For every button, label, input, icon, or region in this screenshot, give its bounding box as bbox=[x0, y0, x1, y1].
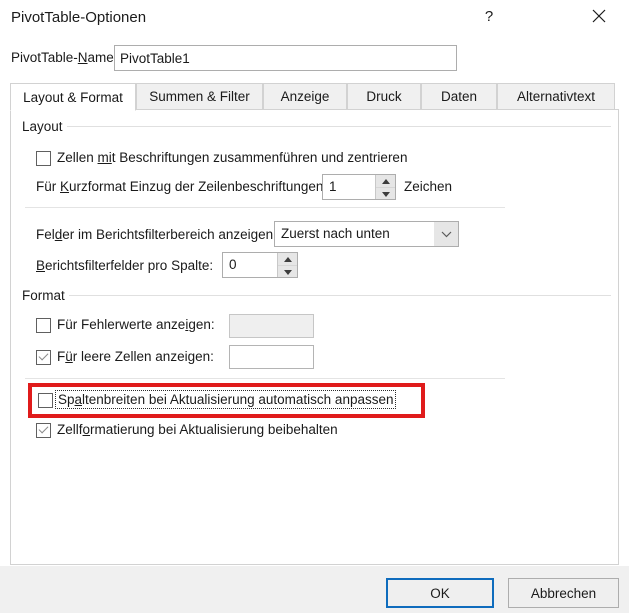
dialog-title: PivotTable-Optionen bbox=[11, 9, 147, 26]
ok-button[interactable]: OK bbox=[386, 578, 494, 608]
tab-summen-und-filter[interactable]: Summen & Filter bbox=[136, 83, 263, 110]
spinner-kurzformat-einzug[interactable]: 1 bbox=[322, 174, 396, 200]
label-post: ltenbreiten bei Aktualisierung automatis… bbox=[82, 392, 394, 407]
pivottable-options-dialog: PivotTable-Optionen ? PivotTable-Name: L… bbox=[0, 0, 629, 613]
label-pre: F bbox=[57, 349, 66, 364]
spinner-berichtsfilterfelder[interactable]: 0 bbox=[222, 252, 298, 278]
pivottable-name-label-pre: PivotTable- bbox=[11, 50, 78, 65]
triangle-up-icon bbox=[381, 178, 390, 184]
label-pre: Für Fehlerwerte anze bbox=[57, 317, 186, 332]
tab-daten[interactable]: Daten bbox=[421, 83, 497, 110]
label-felder-berichtsfilterbereich: Felder im Berichtsfilterbereich anzeigen… bbox=[36, 227, 277, 242]
help-button[interactable]: ? bbox=[466, 0, 512, 32]
tab-layout-und-format[interactable]: Layout & Format bbox=[10, 83, 136, 111]
label-pre: Fel bbox=[36, 227, 55, 242]
layout-group-title: Layout bbox=[20, 119, 67, 134]
label-pre: Sp bbox=[58, 392, 75, 407]
checkbox-label-fuer-fehlerwerte-anzeigen[interactable]: Für Fehlerwerte anzeigen: bbox=[57, 317, 215, 332]
label-post: erichtsfilterfelder pro Spalte: bbox=[45, 258, 214, 273]
tab-label: Alternativtext bbox=[516, 89, 596, 104]
cancel-button[interactable]: Abbrechen bbox=[508, 578, 619, 608]
checkbox-fuer-leere-zellen-anzeigen[interactable] bbox=[36, 350, 51, 365]
label-pre: Zellf bbox=[57, 422, 83, 437]
input-leere-zellen-value[interactable] bbox=[229, 345, 314, 369]
label-accel: a bbox=[74, 392, 83, 407]
spinner-down-button[interactable] bbox=[376, 188, 395, 200]
tab-strip: Layout & Format Summen & Filter Anzeige … bbox=[10, 83, 619, 111]
combobox-value: Zuerst nach unten bbox=[281, 226, 390, 241]
label-post: t Beschriftungen zusammenführen und zent… bbox=[111, 150, 408, 165]
label-pre: Zellen bbox=[57, 150, 98, 165]
checkbox-label-zellformatierung-beibehalten[interactable]: Zellformatierung bei Aktualisierung beib… bbox=[57, 422, 338, 437]
spinner-value-berichtsfilterfelder: 0 bbox=[229, 257, 237, 272]
input-fehlerwerte-value[interactable] bbox=[229, 314, 314, 338]
label-post: rmatierung bei Aktualisierung beibehalte… bbox=[90, 422, 338, 437]
label-accel: o bbox=[82, 422, 91, 437]
pivottable-name-label: PivotTable-Name: bbox=[11, 50, 118, 65]
label-accel: B bbox=[36, 258, 46, 273]
question-mark-icon: ? bbox=[484, 7, 494, 25]
format-separator-1 bbox=[25, 378, 505, 379]
spinner-down-button[interactable] bbox=[278, 266, 297, 278]
spinner-buttons bbox=[375, 175, 395, 199]
checkbox-spaltenbreiten-anpassen[interactable] bbox=[38, 393, 53, 408]
tab-label: Druck bbox=[366, 89, 402, 104]
spinner-up-button[interactable] bbox=[278, 253, 297, 266]
combobox-felder-berichtsfilterbereich[interactable]: Zuerst nach unten bbox=[274, 221, 459, 247]
layout-separator-1 bbox=[25, 207, 505, 208]
tab-label: Layout & Format bbox=[23, 89, 123, 105]
label-kurzformat-einzug: Für Kurzformat Einzug der Zeilenbeschrif… bbox=[36, 179, 327, 194]
checkbox-label-zellen-zusammenfuehren[interactable]: Zellen mit Beschriftungen zusammenführen… bbox=[57, 150, 407, 165]
cancel-button-label: Abbrechen bbox=[530, 585, 597, 601]
label-post: urzformat Einzug der Zeilenbeschriftunge… bbox=[69, 179, 328, 194]
spinner-up-button[interactable] bbox=[376, 175, 395, 188]
tab-label: Summen & Filter bbox=[149, 89, 250, 104]
spinner-value-kurzformat-einzug: 1 bbox=[329, 179, 337, 194]
pivottable-name-input[interactable] bbox=[114, 45, 457, 71]
layout-group-rule bbox=[66, 126, 611, 127]
close-icon bbox=[592, 9, 606, 23]
label-pre: Für bbox=[36, 179, 61, 194]
checkbox-zellformatierung-beibehalten[interactable] bbox=[36, 423, 51, 438]
tab-label: Anzeige bbox=[280, 89, 330, 104]
format-group-rule bbox=[67, 295, 611, 296]
tab-alternativtext[interactable]: Alternativtext bbox=[497, 83, 615, 110]
title-bar: PivotTable-Optionen ? bbox=[0, 0, 629, 36]
chevron-down-icon bbox=[441, 231, 451, 237]
combobox-arrow-button[interactable] bbox=[434, 222, 458, 246]
checkbox-zellen-zusammenfuehren[interactable] bbox=[36, 151, 51, 166]
checkbox-label-fuer-leere-zellen-anzeigen[interactable]: Für leere Zellen anzeigen: bbox=[57, 349, 214, 364]
tab-label: Daten bbox=[440, 89, 478, 104]
triangle-down-icon bbox=[381, 191, 390, 197]
close-button[interactable] bbox=[576, 0, 622, 32]
pivottable-name-label-accel: N bbox=[77, 50, 88, 65]
triangle-down-icon bbox=[283, 269, 292, 275]
label-post: r leere Zellen anzeigen: bbox=[72, 349, 214, 364]
checkbox-label-spaltenbreiten-anpassen[interactable]: Spaltenbreiten bei Aktualisierung automa… bbox=[54, 390, 397, 409]
format-group-title: Format bbox=[20, 288, 69, 303]
label-berichtsfilterfelder-pro-spalte: Berichtsfilterfelder pro Spalte: bbox=[36, 258, 213, 273]
triangle-up-icon bbox=[283, 256, 292, 262]
label-accel: K bbox=[60, 179, 70, 194]
checkbox-fuer-fehlerwerte-anzeigen[interactable] bbox=[36, 318, 51, 333]
tab-panel-layout-und-format bbox=[10, 109, 619, 565]
tab-druck[interactable]: Druck bbox=[347, 83, 421, 110]
label-zeichen-suffix: Zeichen bbox=[404, 179, 453, 194]
tab-anzeige[interactable]: Anzeige bbox=[263, 83, 347, 110]
ok-button-label: OK bbox=[430, 585, 450, 601]
label-post: gen: bbox=[188, 317, 215, 332]
label-accel: ü bbox=[65, 349, 73, 364]
spinner-buttons bbox=[277, 253, 297, 277]
label-accel: mi bbox=[97, 150, 112, 165]
label-post: er im Berichtsfilterbereich anzeigen: bbox=[62, 227, 277, 242]
